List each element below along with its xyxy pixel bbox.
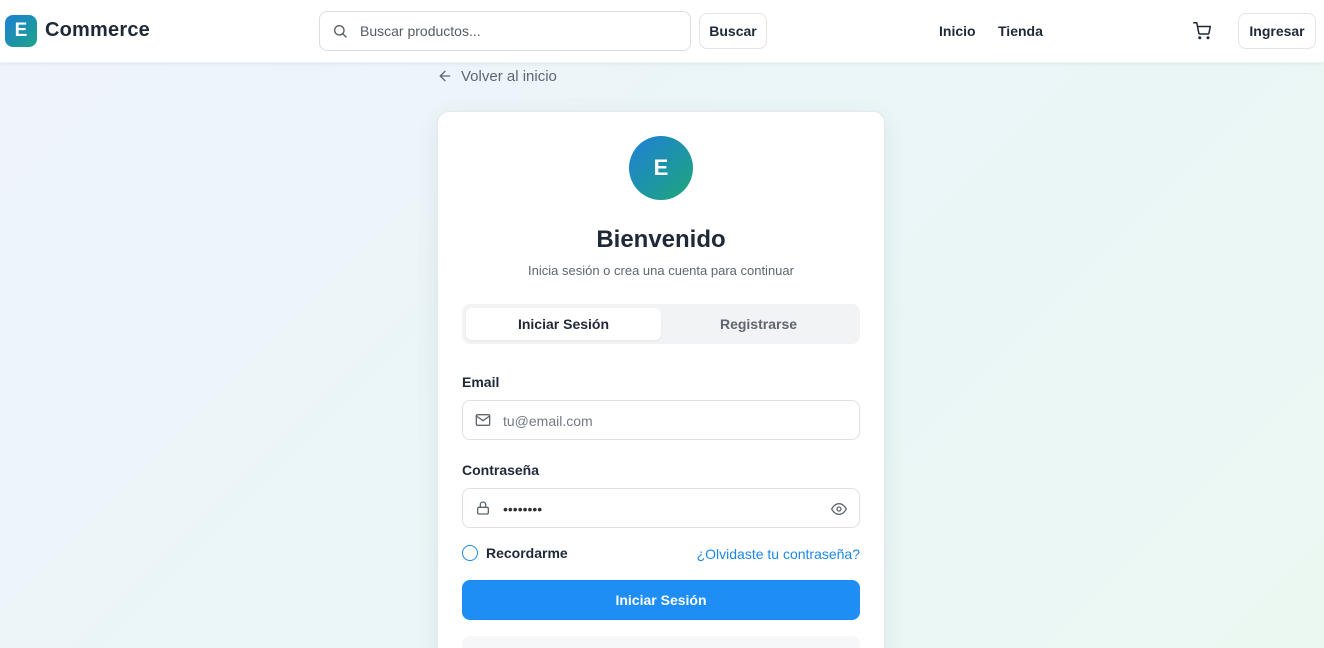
arrow-left-icon (439, 70, 451, 82)
auth-tabs: Iniciar Sesión Registrarse (462, 304, 860, 344)
card-subtitle: Inicia sesión o crea una cuenta para con… (528, 263, 794, 278)
secondary-action-area (462, 636, 860, 648)
email-field-wrapper (462, 400, 860, 440)
lock-icon (477, 501, 489, 515)
logo-mark[interactable]: E (5, 15, 37, 47)
search-input[interactable] (360, 20, 680, 42)
nav-link-tienda[interactable]: Tienda (998, 23, 1043, 39)
search-button[interactable]: Buscar (699, 13, 767, 49)
top-navbar: E Commerce Buscar Inicio Tienda Ingresar (0, 0, 1324, 63)
nav-link-inicio[interactable]: Inicio (939, 23, 976, 39)
remember-checkbox[interactable] (462, 545, 478, 561)
forgot-password-link[interactable]: ¿Olvidaste tu contraseña? (697, 546, 860, 562)
cart-icon[interactable] (1193, 22, 1211, 40)
search-box (319, 11, 691, 51)
password-field-wrapper (462, 488, 860, 528)
back-link-label: Volver al inicio (461, 67, 557, 85)
eye-icon[interactable] (831, 501, 847, 517)
remember-me[interactable]: Recordarme (462, 545, 568, 561)
mail-icon (475, 414, 491, 426)
brand-name[interactable]: Commerce (45, 19, 150, 42)
brand-avatar: E (629, 136, 693, 200)
tab-registrarse[interactable]: Registrarse (661, 308, 856, 340)
email-label: Email (462, 374, 500, 390)
sign-in-button[interactable]: Iniciar Sesión (462, 580, 860, 620)
search-icon (334, 25, 347, 38)
back-to-home-link[interactable]: Volver al inicio (437, 66, 557, 86)
password-field[interactable] (503, 498, 823, 520)
password-label: Contraseña (462, 462, 540, 478)
login-button[interactable]: Ingresar (1238, 13, 1316, 49)
auth-card: E Bienvenido Inicia sesión o crea una cu… (437, 111, 885, 648)
card-title: Bienvenido (596, 226, 726, 253)
email-field[interactable] (503, 410, 823, 432)
tab-iniciar-sesion[interactable]: Iniciar Sesión (466, 308, 661, 340)
remember-label: Recordarme (486, 545, 568, 561)
